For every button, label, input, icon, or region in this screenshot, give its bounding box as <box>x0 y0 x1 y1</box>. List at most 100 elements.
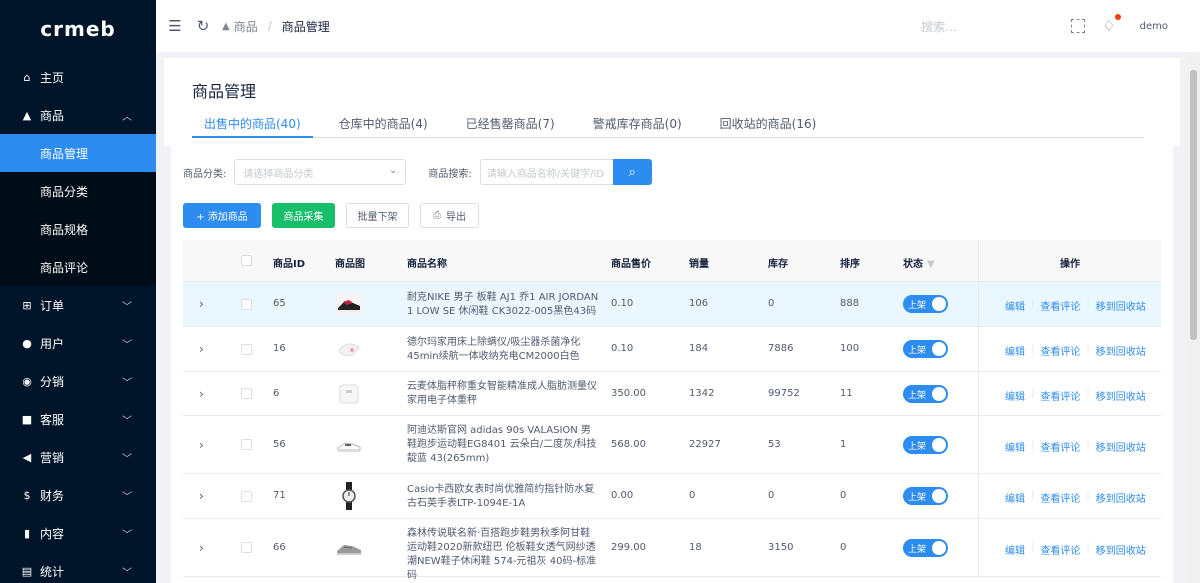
sidebar-item-stats[interactable]: ▤ 统计 ﹀ <box>0 552 156 583</box>
row-checkbox[interactable] <box>241 542 252 553</box>
sidebar-item-product-manage[interactable]: 商品管理 <box>0 134 156 172</box>
chevron-up-icon: ︿ <box>122 111 132 123</box>
sidebar-item-content[interactable]: ▮ 内容 ﹀ <box>0 514 156 552</box>
expand-row-icon[interactable]: › <box>199 489 204 503</box>
move-to-recycle-link[interactable]: 移到回收站 <box>1096 343 1146 358</box>
edit-link[interactable]: 编辑 <box>1005 490 1025 505</box>
status-toggle[interactable]: 上架 <box>903 385 948 403</box>
header-search[interactable]: 搜索... <box>921 18 1041 35</box>
product-thumbnail[interactable] <box>335 534 363 562</box>
sidebar-item-marketing[interactable]: ◀ 营销 ﹀ <box>0 438 156 476</box>
logo[interactable]: crmeb <box>0 0 156 58</box>
product-thumbnail[interactable] <box>335 431 363 459</box>
edit-link[interactable]: 编辑 <box>1005 542 1025 557</box>
tab-recycle-bin[interactable]: 回收站的商品(16) <box>708 112 829 138</box>
expand-row-icon[interactable]: › <box>199 297 204 311</box>
move-to-recycle-link[interactable]: 移到回收站 <box>1096 388 1146 403</box>
view-reviews-link[interactable]: 查看评论 <box>1040 542 1080 557</box>
row-checkbox[interactable] <box>241 388 252 399</box>
tab-low-stock[interactable]: 警戒库存商品(0) <box>581 112 694 138</box>
user-menu[interactable]: demo <box>1140 21 1168 32</box>
status-toggle[interactable]: 上架 <box>903 340 948 358</box>
expand-row-icon[interactable]: › <box>199 342 204 356</box>
sneaker-thumb <box>335 292 363 316</box>
collect-product-button[interactable]: 商品采集 <box>272 203 335 228</box>
sidebar-item-home[interactable]: ⌂ 主页 <box>0 58 156 96</box>
move-to-recycle-link[interactable]: 移到回收站 <box>1096 298 1146 313</box>
table-row[interactable]: › 6 云麦体脂秤称重女智能精准成人脂肪测量仪家用电子体重秤 350.00 13… <box>183 372 1161 416</box>
edit-link[interactable]: 编辑 <box>1005 439 1025 454</box>
sidebar-item-order[interactable]: ⊞ 订单 ﹀ <box>0 286 156 324</box>
product-thumbnail[interactable] <box>335 335 363 363</box>
search-button[interactable]: ⌕ <box>612 159 652 185</box>
select-all-checkbox[interactable] <box>241 255 252 266</box>
sidebar-item-distribution[interactable]: ◉ 分销 ﹀ <box>0 362 156 400</box>
export-icon: ⎙ <box>433 210 441 221</box>
sidebar-item-product-category[interactable]: 商品分类 <box>0 172 156 210</box>
table-row[interactable]: › 16 德尔玛家用床上除螨仪/吸尘器杀菌净化45min续航一体收纳充电CM20… <box>183 327 1161 372</box>
edit-link[interactable]: 编辑 <box>1005 388 1025 403</box>
product-thumbnail[interactable] <box>335 482 363 510</box>
table-row[interactable]: › 56 阿迪达斯官网 adidas 90s VALASION 男鞋跑步运动鞋E… <box>183 416 1161 474</box>
category-select[interactable]: 请选择商品分类 ⌄ <box>234 159 407 185</box>
view-reviews-link[interactable]: 查看评论 <box>1040 490 1080 505</box>
status-toggle[interactable]: 上架 <box>903 539 948 557</box>
main-content: 商品管理 出售中的商品(40) 仓库中的商品(4) 已经售罄商品(7) 警戒库存… <box>156 52 1187 583</box>
column-header-stock: 库存 <box>768 259 788 270</box>
product-thumbnail[interactable] <box>335 380 363 408</box>
row-checkbox[interactable] <box>241 491 252 502</box>
menu-toggle-icon[interactable]: ☰ <box>166 17 184 35</box>
product-name: 阿迪达斯官网 adidas 90s VALASION 男鞋跑步运动鞋EG8401… <box>407 425 597 464</box>
chat-icon: ■ <box>21 412 33 426</box>
sidebar-item-product-spec[interactable]: 商品规格 <box>0 210 156 248</box>
view-reviews-link[interactable]: 查看评论 <box>1040 388 1080 403</box>
product-sort: 0 <box>840 490 847 501</box>
tab-warehouse[interactable]: 仓库中的商品(4) <box>327 112 440 138</box>
status-toggle[interactable]: 上架 <box>903 295 948 313</box>
table-row[interactable]: › 71 Casio卡西欧女表时尚优雅简约指针防水复古石英手表LTP-1094E… <box>183 474 1161 519</box>
tab-on-sale[interactable]: 出售中的商品(40) <box>192 112 313 138</box>
product-sales: 0 <box>689 490 696 501</box>
expand-row-icon[interactable]: › <box>199 438 204 452</box>
table-row[interactable]: › 66 森林传说联名新·百搭跑步鞋男秋季阿甘鞋运动鞋2020新款纽巴 伦板鞋女… <box>183 519 1161 581</box>
status-toggle[interactable]: 上架 <box>903 436 948 454</box>
row-checkbox[interactable] <box>241 299 252 310</box>
view-reviews-link[interactable]: 查看评论 <box>1040 343 1080 358</box>
sidebar-item-product-review[interactable]: 商品评论 <box>0 248 156 286</box>
row-checkbox[interactable] <box>241 344 252 355</box>
export-button[interactable]: ⎙ 导出 <box>420 203 479 228</box>
top-header: ☰ ↻ ▲ 商品 / 商品管理 搜索... ♢ demo <box>156 0 1200 52</box>
move-to-recycle-link[interactable]: 移到回收站 <box>1096 490 1146 505</box>
breadcrumb-item-product[interactable]: ▲ 商品 <box>222 18 258 35</box>
table-row[interactable]: › 65 耐克NIKE 男子 板鞋 AJ1 乔1 AIR JORDAN 1 LO… <box>183 282 1161 327</box>
batch-off-shelf-button[interactable]: 批量下架 <box>346 203 409 228</box>
fullscreen-icon[interactable] <box>1071 19 1086 33</box>
expand-row-icon[interactable]: › <box>199 541 204 555</box>
add-product-button[interactable]: + 添加商品 <box>183 203 261 228</box>
expand-row-icon[interactable]: › <box>199 387 204 401</box>
sidebar-item-product[interactable]: ▲ 商品 ︿ <box>0 96 156 134</box>
product-tabs: 出售中的商品(40) 仓库中的商品(4) 已经售罄商品(7) 警戒库存商品(0)… <box>192 112 1144 138</box>
tab-sold-out[interactable]: 已经售罄商品(7) <box>454 112 567 138</box>
edit-link[interactable]: 编辑 <box>1005 298 1025 313</box>
product-id: 71 <box>273 490 286 501</box>
product-search-input[interactable]: 请输入商品名称/关键字/ID <box>479 159 613 185</box>
scrollbar-thumb[interactable] <box>1190 70 1197 340</box>
refresh-icon[interactable]: ↻ <box>194 17 212 35</box>
row-checkbox[interactable] <box>241 439 252 450</box>
move-to-recycle-link[interactable]: 移到回收站 <box>1096 542 1146 557</box>
column-header-name: 商品名称 <box>407 259 447 270</box>
view-reviews-link[interactable]: 查看评论 <box>1040 298 1080 313</box>
sidebar-item-finance[interactable]: $ 财务 ﹀ <box>0 476 156 514</box>
product-sales: 184 <box>689 343 709 354</box>
status-toggle[interactable]: 上架 <box>903 487 948 505</box>
sidebar-item-service[interactable]: ■ 客服 ﹀ <box>0 400 156 438</box>
view-reviews-link[interactable]: 查看评论 <box>1040 439 1080 454</box>
page-scrollbar[interactable] <box>1187 52 1200 583</box>
filter-icon[interactable]: ▼ <box>927 259 935 270</box>
sidebar-item-user[interactable]: ● 用户 ﹀ <box>0 324 156 362</box>
edit-link[interactable]: 编辑 <box>1005 343 1025 358</box>
notification-bell-icon[interactable]: ♢ <box>1102 14 1121 35</box>
move-to-recycle-link[interactable]: 移到回收站 <box>1096 439 1146 454</box>
product-thumbnail[interactable] <box>335 290 363 318</box>
